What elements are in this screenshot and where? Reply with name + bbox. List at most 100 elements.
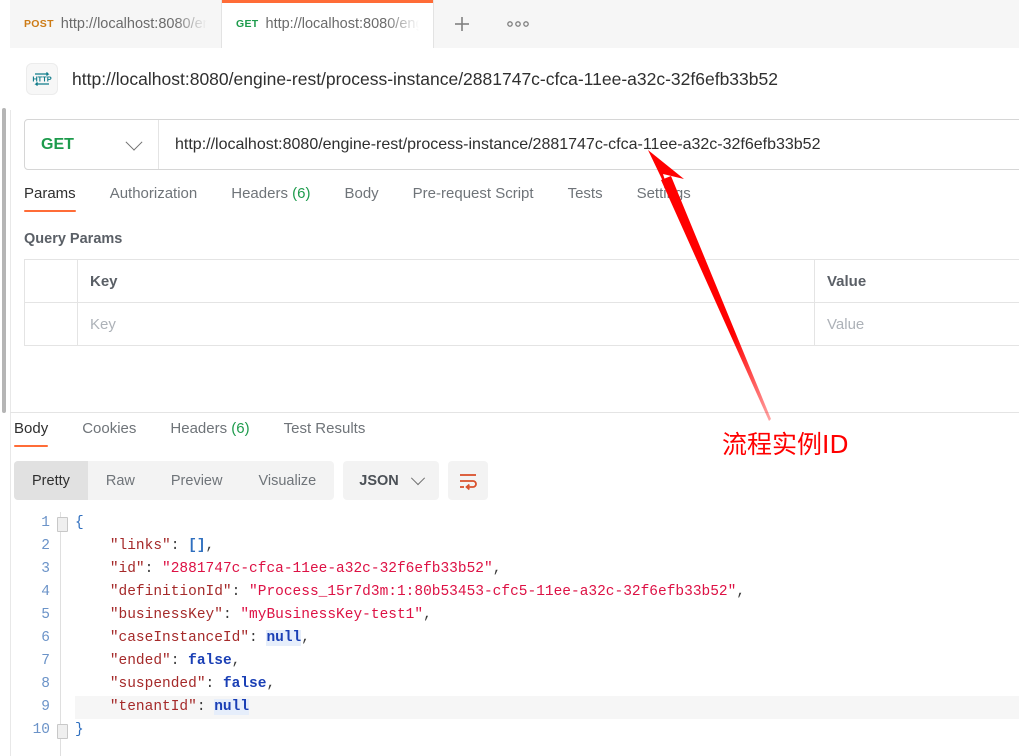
row-checkbox[interactable]: [25, 303, 78, 345]
code-line: "suspended": false,: [75, 673, 1019, 696]
json-value: false: [222, 676, 267, 692]
tab-headers[interactable]: Headers (6): [231, 185, 327, 212]
request-section-tabs: Params Authorization Headers (6) Body Pr…: [24, 185, 1019, 218]
json-key: "suspended": [109, 676, 206, 692]
value-input[interactable]: Value: [815, 303, 1019, 345]
json-comma: ,: [736, 584, 746, 600]
json-key: "id": [109, 561, 145, 577]
http-method-dropdown[interactable]: GET: [25, 120, 159, 169]
response-body-viewer[interactable]: 1 2 3 4 5 6 7 8 9 10 { "links": [], "id"…: [14, 512, 1019, 756]
view-mode-pretty[interactable]: Pretty: [14, 461, 88, 500]
code-line: "links": [],: [75, 535, 1019, 558]
tab-method-label: GET: [236, 18, 259, 30]
tab-label: Authorization: [109, 185, 198, 202]
tab-label: Params: [24, 185, 76, 202]
json-colon: :: [205, 676, 223, 692]
new-tab-button[interactable]: [434, 0, 491, 48]
code-fold-marker[interactable]: [57, 724, 68, 739]
response-divider: [10, 412, 1019, 413]
response-section-tabs: Body Cookies Headers (6) Test Results: [14, 420, 399, 447]
tab-label: Test Results: [283, 420, 366, 437]
json-code-lines[interactable]: { "links": [], "id": "2881747c-cfca-11ee…: [57, 512, 1019, 756]
json-comma: ,: [266, 676, 276, 692]
json-value: "Process_15r7d3m:1:80b53453-cfc5-11ee-a3…: [249, 584, 737, 600]
code-line: "ended": false,: [75, 650, 1019, 673]
request-tab-post[interactable]: POST http://localhost:8080/en: [10, 0, 222, 48]
query-params-table: Key Value Key Value: [24, 259, 1019, 346]
tab-label: Headers: [231, 185, 288, 202]
tab-count: (6): [231, 420, 250, 437]
response-format-dropdown[interactable]: JSON: [343, 461, 439, 500]
url-bar: GET http://localhost:8080/engine-rest/pr…: [24, 119, 1019, 170]
code-line: {: [75, 512, 1019, 535]
line-number: 9: [41, 699, 50, 715]
key-input[interactable]: Key: [78, 303, 815, 345]
tab-authorization[interactable]: Authorization: [110, 185, 215, 212]
line-number: 6: [41, 630, 50, 646]
json-colon: :: [249, 630, 267, 646]
json-colon: :: [144, 561, 163, 577]
line-number: 8: [41, 676, 50, 692]
tab-label: Pre-request Script: [412, 185, 534, 202]
header-checkbox-cell: [25, 260, 78, 302]
tab-test-results[interactable]: Test Results: [284, 420, 383, 447]
header-key-cell: Key: [78, 260, 815, 302]
tab-tests[interactable]: Tests: [568, 185, 620, 212]
http-icon: HTTP: [32, 71, 52, 87]
json-value: "myBusinessKey-test1": [240, 607, 424, 623]
view-mode-preview[interactable]: Preview: [153, 461, 241, 500]
http-protocol-icon: HTTP: [26, 63, 58, 95]
tab-label: Settings: [636, 185, 691, 202]
tab-pre-request-script[interactable]: Pre-request Script: [413, 185, 551, 212]
table-row[interactable]: Key Value: [25, 303, 1019, 346]
line-number-gutter: 1 2 3 4 5 6 7 8 9 10: [14, 512, 60, 756]
view-mode-group: Pretty Raw Preview Visualize: [14, 461, 335, 500]
json-value: null: [266, 630, 302, 646]
json-colon: :: [170, 538, 189, 554]
left-rail: [0, 0, 11, 756]
table-header-row: Key Value: [25, 260, 1019, 303]
vertical-scrollbar[interactable]: [2, 108, 6, 413]
json-comma: ,: [231, 653, 241, 669]
tab-count: (6): [292, 185, 311, 202]
json-comma: ,: [423, 607, 432, 623]
json-value: null: [214, 699, 250, 715]
tab-params[interactable]: Params: [24, 185, 93, 212]
code-line: }: [75, 719, 1019, 742]
tab-cookies[interactable]: Cookies: [82, 420, 153, 447]
header-value-cell: Value: [815, 260, 1019, 302]
json-value: []: [188, 538, 206, 554]
request-tab-get[interactable]: GET http://localhost:8080/eng: [222, 0, 434, 48]
plus-icon: [455, 17, 469, 31]
tab-response-headers[interactable]: Headers (6): [170, 420, 266, 447]
request-tab-bar: POST http://localhost:8080/en GET http:/…: [10, 0, 1019, 49]
tab-label: Body: [344, 185, 379, 202]
json-brace: {: [75, 515, 84, 531]
tab-label: Headers: [170, 420, 228, 437]
json-comma: ,: [205, 538, 215, 554]
line-number: 4: [41, 584, 50, 600]
tab-body[interactable]: Body: [344, 185, 395, 212]
json-comma: ,: [301, 630, 310, 646]
code-line: "id": "2881747c-cfca-11ee-a32c-32f6efb33…: [75, 558, 1019, 581]
postman-window: POST http://localhost:8080/en GET http:/…: [0, 0, 1019, 756]
url-input[interactable]: http://localhost:8080/engine-rest/proces…: [159, 120, 1019, 169]
json-key: "definitionId": [109, 584, 232, 600]
tab-settings[interactable]: Settings: [637, 185, 708, 212]
view-mode-raw[interactable]: Raw: [88, 461, 153, 500]
page-title: http://localhost:8080/engine-rest/proces…: [72, 68, 778, 89]
line-number: 5: [41, 607, 50, 623]
tab-response-body[interactable]: Body: [14, 420, 65, 447]
json-key: "businessKey": [109, 607, 223, 623]
tab-more-options-button[interactable]: [491, 0, 546, 48]
code-fold-marker[interactable]: [57, 517, 68, 532]
view-mode-visualize[interactable]: Visualize: [240, 461, 334, 500]
word-wrap-button[interactable]: [447, 461, 488, 500]
ellipsis-icon: [507, 21, 529, 27]
json-colon: :: [222, 607, 241, 623]
query-params-title: Query Params: [24, 231, 123, 247]
code-line: "tenantId": null: [75, 696, 1019, 719]
